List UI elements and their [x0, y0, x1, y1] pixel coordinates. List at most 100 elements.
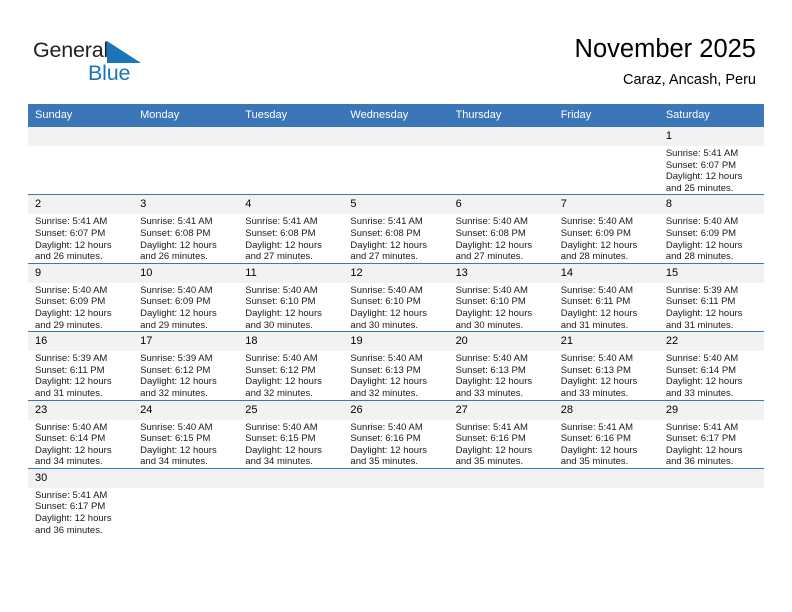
daylight-text-line1: Daylight: 12 hours — [455, 376, 533, 388]
calendar-day-cell[interactable]: 6 Sunrise: 5:40 AM Sunset: 6:08 PM Daylight… — [448, 194, 554, 264]
daylight-text-line1: Daylight: 12 hours — [665, 376, 743, 388]
day-number: 17 — [133, 332, 239, 352]
calendar-day-cell[interactable]: 16 Sunrise: 5:39 AM Sunset: 6:11 PM Dayligh… — [28, 331, 134, 400]
day-number: 19 — [343, 332, 449, 352]
daylight-text-line1: Daylight: 12 hours — [665, 171, 743, 183]
weekday-header-monday: Monday — [133, 104, 239, 127]
sunset-text: Sunset: 6:10 PM — [455, 296, 526, 308]
calendar-day-cell[interactable]: 19 Sunrise: 5:40 AM Sunset: 6:13 PM Dayligh… — [343, 331, 449, 400]
calendar-day-cell[interactable]: 29 Sunrise: 5:41 AM Sunset: 6:17 PM Dayligh… — [658, 399, 764, 469]
sunrise-text: Sunrise: 5:39 AM — [140, 353, 213, 365]
day-number: 18 — [238, 332, 344, 352]
sunset-text: Sunset: 6:08 PM — [245, 227, 316, 239]
sunset-text: Sunset: 6:17 PM — [665, 433, 737, 445]
calendar-day-cell[interactable]: 23 Sunrise: 5:40 AM Sunset: 6:14 PM Dayligh… — [28, 399, 134, 469]
day-sun-info: Sunrise: 5:41 AM Sunset: 6:17 PM Daylight:… — [28, 488, 133, 536]
daylight-text-line2: and 34 minutes. — [140, 456, 208, 468]
day-sun-info: Sunrise: 5:41 AM Sunset: 6:08 PM Daylight:… — [343, 214, 448, 262]
weekday-header-thursday: Thursday — [448, 104, 554, 127]
calendar-day-cell[interactable]: 18 Sunrise: 5:40 AM Sunset: 6:12 PM Dayligh… — [238, 331, 344, 400]
calendar-day-cell[interactable]: 27 Sunrise: 5:41 AM Sunset: 6:16 PM Dayligh… — [448, 399, 554, 469]
sunrise-text: Sunrise: 5:41 AM — [350, 216, 423, 228]
day-number: 30 — [28, 468, 134, 488]
calendar-day-cell[interactable]: 15 Sunrise: 5:39 AM Sunset: 6:11 PM Dayligh… — [658, 262, 764, 332]
day-number — [28, 127, 134, 146]
day-number — [658, 468, 764, 488]
daylight-text-line1: Daylight: 12 hours — [140, 239, 217, 251]
day-sun-info: Sunrise: 5:41 AM Sunset: 6:07 PM Daylight:… — [659, 146, 764, 194]
daylight-text-line2: and 34 minutes. — [35, 456, 103, 468]
calendar-week-row: 30 Sunrise: 5:41 AM Sunset: 6:17 PM Dayligh… — [28, 467, 764, 537]
calendar-day-cell[interactable]: 5 Sunrise: 5:41 AM Sunset: 6:08 PM Daylight… — [343, 194, 449, 264]
daylight-text-line2: and 28 minutes. — [560, 251, 629, 263]
day-number — [553, 468, 659, 488]
daylight-text-line2: and 33 minutes. — [560, 387, 629, 399]
daylight-text-line1: Daylight: 12 hours — [665, 444, 743, 456]
calendar-day-cell[interactable]: 14 Sunrise: 5:40 AM Sunset: 6:11 PM Dayligh… — [553, 262, 659, 332]
day-number — [553, 127, 659, 146]
calendar-day-cell[interactable]: 17 Sunrise: 5:39 AM Sunset: 6:12 PM Dayligh… — [133, 331, 239, 400]
general-blue-logo[interactable]: General Blue — [33, 38, 163, 90]
day-number: 2 — [28, 195, 134, 215]
calendar-day-cell-empty — [238, 125, 344, 195]
weekday-header-friday: Friday — [553, 104, 659, 127]
day-sun-info: Sunrise: 5:40 AM Sunset: 6:14 PM Daylight:… — [28, 420, 133, 468]
calendar-day-cell[interactable]: 9 Sunrise: 5:40 AM Sunset: 6:09 PM Daylight… — [28, 262, 134, 332]
calendar-day-cell[interactable]: 11 Sunrise: 5:40 AM Sunset: 6:10 PM Dayligh… — [238, 262, 344, 332]
day-sun-info: Sunrise: 5:40 AM Sunset: 6:12 PM Daylight:… — [238, 351, 343, 399]
day-number: 25 — [238, 400, 344, 420]
calendar-day-cell[interactable]: 8 Sunrise: 5:40 AM Sunset: 6:09 PM Daylight… — [658, 194, 764, 264]
weekday-header-wednesday: Wednesday — [343, 104, 449, 127]
calendar-day-cell[interactable]: 30 Sunrise: 5:41 AM Sunset: 6:17 PM Dayligh… — [28, 467, 134, 537]
daylight-text-line1: Daylight: 12 hours — [35, 376, 112, 388]
day-sun-info: Sunrise: 5:40 AM Sunset: 6:16 PM Daylight:… — [343, 420, 448, 468]
calendar-day-cell[interactable]: 7 Sunrise: 5:40 AM Sunset: 6:09 PM Daylight… — [553, 194, 659, 264]
day-number: 28 — [553, 400, 659, 420]
day-sun-info: Sunrise: 5:41 AM Sunset: 6:08 PM Daylight:… — [238, 214, 343, 262]
calendar-day-cell[interactable]: 2 Sunrise: 5:41 AM Sunset: 6:07 PM Daylight… — [28, 194, 134, 264]
sunrise-text: Sunrise: 5:40 AM — [350, 421, 423, 433]
daylight-text-line1: Daylight: 12 hours — [350, 239, 427, 251]
day-number: 24 — [133, 400, 239, 420]
day-number: 9 — [28, 263, 134, 283]
sunset-text: Sunset: 6:08 PM — [350, 227, 421, 239]
daylight-text-line2: and 32 minutes. — [350, 387, 419, 399]
calendar-day-cell[interactable]: 21 Sunrise: 5:40 AM Sunset: 6:13 PM Dayligh… — [553, 331, 659, 400]
daylight-text-line1: Daylight: 12 hours — [350, 444, 427, 456]
calendar-day-cell[interactable]: 3 Sunrise: 5:41 AM Sunset: 6:08 PM Daylight… — [133, 194, 239, 264]
day-sun-info: Sunrise: 5:40 AM Sunset: 6:11 PM Daylight:… — [554, 283, 659, 331]
daylight-text-line2: and 33 minutes. — [665, 387, 734, 399]
sunset-text: Sunset: 6:09 PM — [560, 227, 631, 239]
daylight-text-line2: and 32 minutes. — [140, 387, 208, 399]
calendar-day-cell-empty — [658, 467, 764, 537]
day-number: 1 — [658, 127, 764, 146]
day-number: 29 — [658, 400, 764, 420]
calendar-page: General Blue November 2025 Caraz, Ancash… — [0, 0, 792, 612]
calendar-day-cell[interactable]: 4 Sunrise: 5:41 AM Sunset: 6:08 PM Daylight… — [238, 194, 344, 264]
calendar-day-cell[interactable]: 24 Sunrise: 5:40 AM Sunset: 6:15 PM Dayligh… — [133, 399, 239, 469]
calendar-day-cell[interactable]: 1 Sunrise: 5:41 AM Sunset: 6:07 PM Daylight… — [658, 125, 764, 195]
sunrise-text: Sunrise: 5:41 AM — [665, 421, 739, 433]
calendar-day-cell[interactable]: 28 Sunrise: 5:41 AM Sunset: 6:16 PM Dayligh… — [553, 399, 659, 469]
weekday-header-saturday: Saturday — [658, 104, 764, 127]
calendar-day-cell[interactable]: 10 Sunrise: 5:40 AM Sunset: 6:09 PM Dayligh… — [133, 262, 239, 332]
daylight-text-line2: and 29 minutes. — [35, 319, 103, 331]
sunset-text: Sunset: 6:12 PM — [140, 364, 211, 376]
sunrise-text: Sunrise: 5:40 AM — [245, 284, 318, 296]
calendar-day-cell[interactable]: 12 Sunrise: 5:40 AM Sunset: 6:10 PM Dayligh… — [343, 262, 449, 332]
calendar-day-cell[interactable]: 22 Sunrise: 5:40 AM Sunset: 6:14 PM Dayligh… — [658, 331, 764, 400]
daylight-text-line2: and 25 minutes. — [665, 182, 734, 194]
day-sun-info: Sunrise: 5:41 AM Sunset: 6:16 PM Daylight:… — [449, 420, 554, 468]
sunrise-text: Sunrise: 5:40 AM — [350, 284, 423, 296]
calendar-day-cell[interactable]: 13 Sunrise: 5:40 AM Sunset: 6:10 PM Dayligh… — [448, 262, 554, 332]
calendar-day-cell[interactable]: 25 Sunrise: 5:40 AM Sunset: 6:15 PM Dayligh… — [238, 399, 344, 469]
sunrise-text: Sunrise: 5:40 AM — [560, 284, 634, 296]
day-sun-info: Sunrise: 5:40 AM Sunset: 6:09 PM Daylight:… — [133, 283, 238, 331]
sunrise-text: Sunrise: 5:40 AM — [455, 353, 528, 365]
sunrise-text: Sunrise: 5:40 AM — [140, 421, 213, 433]
calendar-day-cell[interactable]: 26 Sunrise: 5:40 AM Sunset: 6:16 PM Dayligh… — [343, 399, 449, 469]
calendar-day-cell[interactable]: 20 Sunrise: 5:40 AM Sunset: 6:13 PM Dayligh… — [448, 331, 554, 400]
sunrise-text: Sunrise: 5:40 AM — [455, 216, 528, 228]
day-sun-info: Sunrise: 5:40 AM Sunset: 6:13 PM Daylight:… — [343, 351, 448, 399]
sunrise-text: Sunrise: 5:40 AM — [560, 216, 634, 228]
